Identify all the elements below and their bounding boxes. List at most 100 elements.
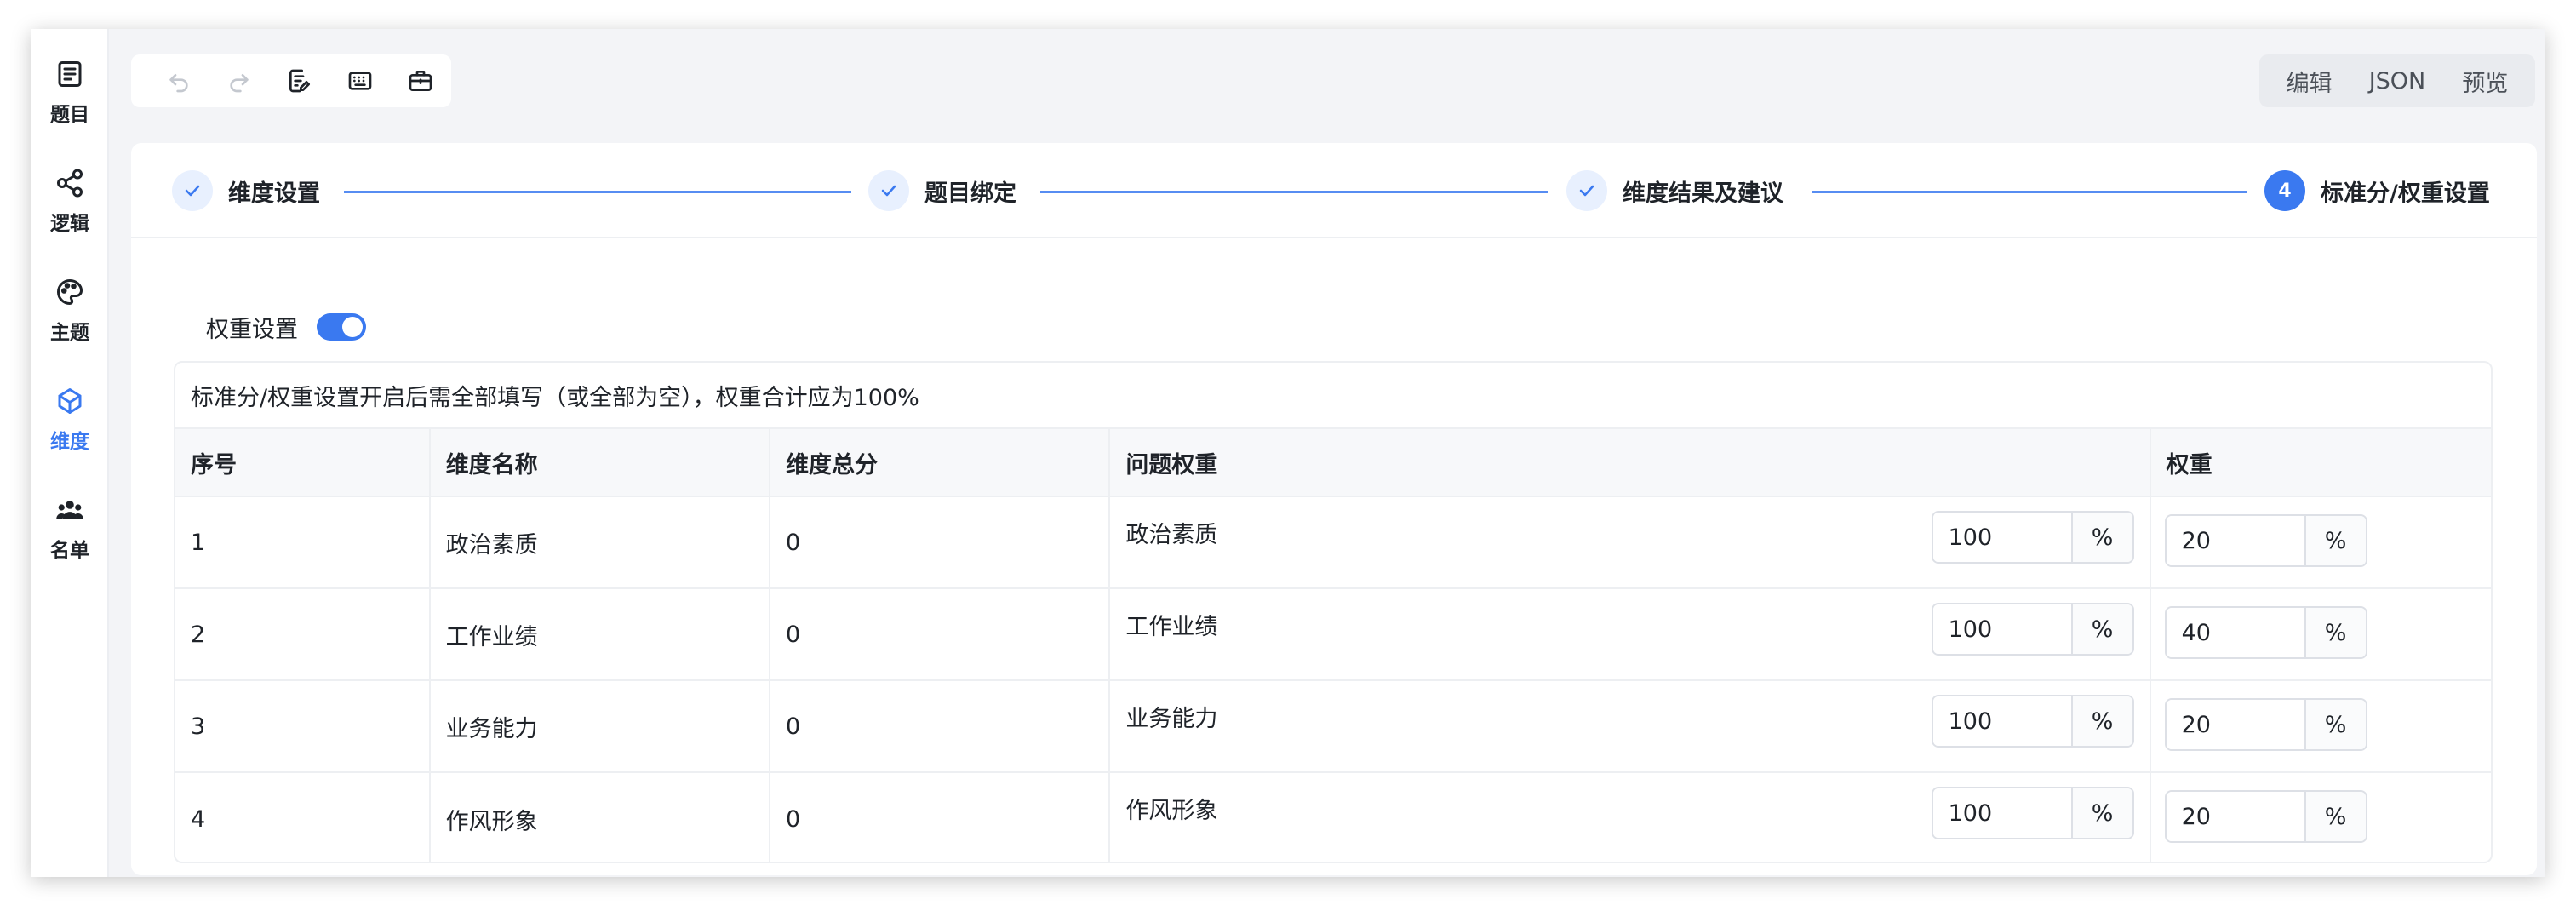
redo-icon <box>230 74 249 93</box>
question-weight-input[interactable] <box>1932 513 2073 562</box>
weight-input-group: % <box>2164 698 2367 751</box>
step-connector <box>344 191 851 193</box>
row-weight-cell: % <box>2151 681 2491 771</box>
row-weight-cell: % <box>2151 773 2491 862</box>
row-index: 4 <box>175 773 431 862</box>
editor-toolbar <box>131 54 451 107</box>
question-weight-input-group: % <box>1931 787 2134 839</box>
palette-icon <box>57 279 83 305</box>
step-title: 维度设置 <box>228 180 320 207</box>
sidebar: 题目 逻辑 主题 维度 名单 <box>31 29 109 877</box>
weight-input[interactable] <box>2166 700 2306 749</box>
sidebar-item-dimension[interactable]: 维度 <box>31 373 109 467</box>
step-title: 维度结果及建议 <box>1623 180 1783 207</box>
step-dimension-settings[interactable]: 维度设置 <box>172 169 320 213</box>
sidebar-item-label: 逻辑 <box>50 213 89 235</box>
column-header-index: 序号 <box>175 429 431 496</box>
percent-addon: % <box>2305 700 2366 749</box>
table-notice: 标准分/权重设置开启后需全部填写（或全部为空），权重合计应为100% <box>175 363 2491 429</box>
briefcase-icon <box>409 71 432 91</box>
question-weight-input[interactable] <box>1932 604 2073 654</box>
row-question-name: 业务能力 <box>1125 706 1218 732</box>
row-dimension-total: 0 <box>770 497 1111 587</box>
row-question-name: 工作业绩 <box>1125 614 1218 640</box>
check-icon <box>1579 185 1594 197</box>
column-header-weight: 权重 <box>2166 451 2212 478</box>
table-row: 3 业务能力 0 业务能力 % % <box>175 681 2491 773</box>
percent-addon: % <box>2305 516 2366 565</box>
step-question-binding[interactable]: 题目绑定 <box>868 169 1016 213</box>
step-done-badge <box>868 170 909 211</box>
weight-input[interactable] <box>2166 608 2306 657</box>
step-title: 标准分/权重设置 <box>2321 180 2490 207</box>
table-row: 1 政治素质 0 政治素质 % % <box>175 497 2491 589</box>
weight-input-group: % <box>2164 790 2367 843</box>
table-row: 2 工作业绩 0 工作业绩 % % <box>175 589 2491 681</box>
step-title: 题目绑定 <box>924 180 1016 207</box>
row-dimension-name: 工作业绩 <box>431 589 770 679</box>
step-connector <box>1812 191 2247 193</box>
users-icon <box>56 501 83 519</box>
column-header-total: 维度总分 <box>770 429 1111 496</box>
percent-addon: % <box>2072 788 2132 838</box>
sidebar-item-label: 名单 <box>50 540 89 562</box>
percent-addon: % <box>2305 608 2366 657</box>
question-weight-input[interactable] <box>1932 696 2073 746</box>
step-standard-weight-settings[interactable]: 4 标准分/权重设置 <box>2264 169 2490 213</box>
check-icon <box>881 185 896 197</box>
edit-mode-button[interactable]: 编辑 <box>2280 65 2339 98</box>
weight-setting-label: 权重设置 <box>206 316 298 343</box>
row-dimension-name: 作风形象 <box>431 773 770 862</box>
mode-switch: 编辑 JSON 预览 <box>2259 54 2535 107</box>
row-dimension-total: 0 <box>770 773 1111 862</box>
row-dimension-total: 0 <box>770 589 1111 679</box>
check-icon <box>185 185 200 197</box>
sidebar-item-theme[interactable]: 主题 <box>31 264 109 358</box>
question-weight-input-group: % <box>1931 511 2134 564</box>
percent-addon: % <box>2072 604 2132 654</box>
weight-input[interactable] <box>2166 516 2306 565</box>
row-question-name: 政治素质 <box>1125 522 1218 548</box>
sidebar-item-roster[interactable]: 名单 <box>31 482 109 576</box>
edit-document-icon <box>289 69 310 93</box>
keyboard-icon <box>348 72 372 90</box>
table-row: 4 作风形象 0 作风形象 % % <box>175 773 2491 862</box>
preview-mode-button[interactable]: 预览 <box>2455 65 2515 98</box>
question-weight-input-group: % <box>1931 603 2134 656</box>
row-question-weight-cell: 政治素质 % <box>1110 497 2151 587</box>
app-window: 题目 逻辑 主题 维度 名单 编辑 JSON 预览 维度设置 题目绑定 维度结果… <box>31 29 2545 877</box>
redo-button[interactable] <box>209 54 269 107</box>
json-mode-button[interactable]: JSON <box>2362 68 2433 95</box>
row-weight-cell: % <box>2151 589 2491 679</box>
question-weight-input-group: % <box>1931 695 2134 748</box>
weight-input[interactable] <box>2166 792 2306 841</box>
undo-button[interactable] <box>148 54 209 107</box>
column-header-question-weight: 问题权重 <box>1110 429 2151 496</box>
weight-input-group: % <box>2164 606 2367 659</box>
briefcase-button[interactable] <box>391 54 451 107</box>
percent-addon: % <box>2072 513 2132 562</box>
main-card: 维度设置 题目绑定 维度结果及建议 4 标准分/权重设置 权重设置 标准分/权重… <box>131 143 2537 875</box>
sidebar-item-label: 题目 <box>50 104 89 126</box>
percent-addon: % <box>2072 696 2132 746</box>
share-nodes-icon <box>57 169 83 198</box>
step-done-badge <box>1566 170 1607 211</box>
weight-input-group: % <box>2164 514 2367 567</box>
row-question-weight-cell: 业务能力 % <box>1110 681 2151 771</box>
step-dimension-results[interactable]: 维度结果及建议 <box>1566 169 1783 213</box>
keyboard-button[interactable] <box>330 54 391 107</box>
sidebar-item-logic[interactable]: 逻辑 <box>31 155 109 249</box>
document-icon <box>58 61 82 87</box>
row-index: 2 <box>175 589 431 679</box>
step-done-badge <box>172 170 213 211</box>
column-header-name: 维度名称 <box>431 429 770 496</box>
percent-addon: % <box>2305 792 2366 841</box>
question-weight-input[interactable] <box>1932 788 2073 838</box>
table-header-row: 序号 维度名称 维度总分 问题权重 权重 <box>175 429 2491 497</box>
sidebar-item-questions[interactable]: 题目 <box>31 46 109 140</box>
edit-document-button[interactable] <box>269 54 329 107</box>
row-dimension-total: 0 <box>770 681 1111 771</box>
weight-toggle[interactable] <box>317 313 366 341</box>
cube-icon <box>58 388 82 414</box>
row-question-weight-cell: 作风形象 % <box>1110 773 2151 862</box>
